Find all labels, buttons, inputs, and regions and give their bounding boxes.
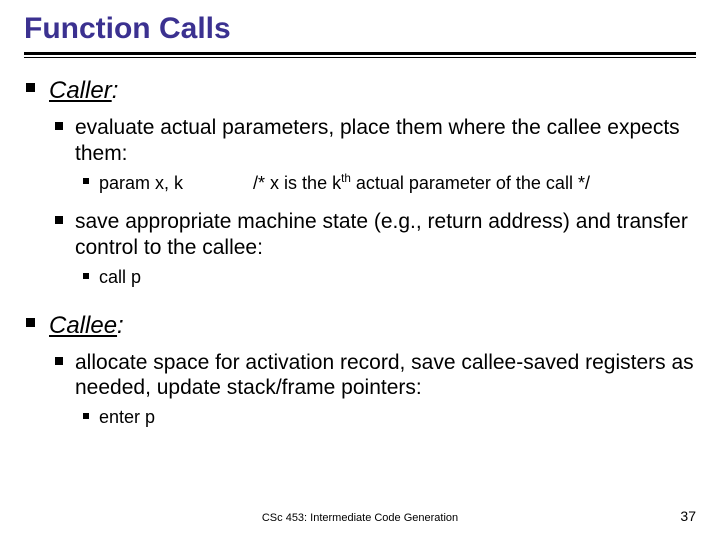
section-callee: Callee: allocate space for activation re…	[24, 311, 696, 443]
subitem-text: enter p	[99, 407, 696, 429]
slide-body: Caller: evaluate actual parameters, plac…	[24, 76, 696, 443]
list-item: call p	[75, 267, 696, 289]
slide-footer: CSc 453: Intermediate Code Generation 37	[0, 508, 720, 524]
title-rule-thick	[24, 52, 696, 55]
list-item: evaluate actual parameters, place them w…	[49, 115, 696, 199]
bullet-icon	[83, 178, 89, 184]
list-item: param x, k /* x is the kth actual parame…	[75, 172, 696, 195]
list-item: enter p	[75, 407, 696, 429]
item-text: save appropriate machine state (e.g., re…	[75, 210, 688, 259]
section-caller: Caller: evaluate actual parameters, plac…	[24, 76, 696, 303]
bullet-icon	[26, 318, 35, 327]
footer-center: CSc 453: Intermediate Code Generation	[262, 512, 458, 524]
item-text: evaluate actual parameters, place them w…	[75, 116, 680, 165]
bullet-icon	[83, 413, 89, 419]
bullet-icon	[55, 216, 63, 224]
item-text: allocate space for activation record, sa…	[75, 351, 694, 400]
page-number: 37	[680, 508, 696, 524]
bullet-icon	[55, 122, 63, 130]
section-heading: Callee:	[49, 311, 696, 340]
bullet-icon	[55, 357, 63, 365]
list-item: save appropriate machine state (e.g., re…	[49, 209, 696, 292]
bullet-icon	[26, 83, 35, 92]
list-item: allocate space for activation record, sa…	[49, 350, 696, 433]
bullet-icon	[83, 273, 89, 279]
slide-title: Function Calls	[24, 12, 696, 46]
subitem-text: param x, k /* x is the kth actual parame…	[99, 172, 696, 195]
title-rule-thin	[24, 57, 696, 58]
subitem-text: call p	[99, 267, 696, 289]
section-heading: Caller:	[49, 76, 696, 105]
